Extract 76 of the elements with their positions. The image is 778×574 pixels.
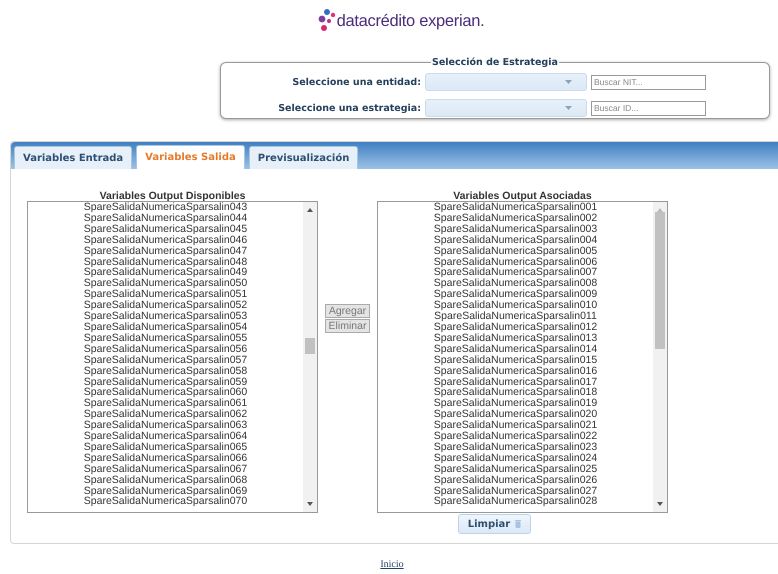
field-label: Seleccione una estrategia: [277, 102, 421, 114]
list-item[interactable]: SpareSalidaNumericaSparsalin065 [84, 442, 248, 453]
list-item[interactable]: SpareSalidaNumericaSparsalin022 [434, 431, 598, 442]
list-item[interactable]: SpareSalidaNumericaSparsalin004 [434, 234, 598, 246]
logo-text: datacrédito experian. [336, 12, 484, 30]
list-item[interactable]: SpareSalidaNumericaSparsalin069 [84, 486, 248, 496]
list-item[interactable]: SpareSalidaNumericaSparsalin044 [84, 212, 248, 224]
list-item[interactable]: SpareSalidaNumericaSparsalin058 [84, 366, 248, 376]
list-item[interactable]: SpareSalidaNumericaSparsalin013 [434, 332, 598, 344]
caret-icon [565, 80, 572, 84]
list-item[interactable]: SpareSalidaNumericaSparsalin014 [434, 344, 598, 355]
tab[interactable]: Previsualización [248, 146, 358, 169]
list-item[interactable]: SpareSalidaNumericaSparsalin005 [434, 246, 598, 257]
search-field[interactable]: Buscar ID... [591, 100, 706, 116]
field-label: Seleccione una entidad: [291, 76, 421, 88]
list-item[interactable]: SpareSalidaNumericaSparsalin006 [434, 256, 598, 268]
list-item[interactable]: SpareSalidaNumericaSparsalin003 [434, 224, 598, 235]
list-item[interactable]: SpareSalidaNumericaSparsalin048 [84, 256, 248, 268]
list-item[interactable]: SpareSalidaNumericaSparsalin060 [84, 387, 248, 398]
trash-icon [515, 520, 522, 528]
list-item[interactable]: SpareSalidaNumericaSparsalin068 [84, 474, 248, 486]
caret-icon [565, 106, 572, 110]
list-item[interactable]: SpareSalidaNumericaSparsalin007 [434, 267, 598, 278]
list-item[interactable]: SpareSalidaNumericaSparsalin015 [434, 354, 598, 366]
list-item[interactable]: SpareSalidaNumericaSparsalin051 [84, 289, 248, 300]
list-item[interactable]: SpareSalidaNumericaSparsalin056 [84, 344, 248, 355]
list-box[interactable] [377, 201, 668, 513]
list-item[interactable]: SpareSalidaNumericaSparsalin046 [84, 234, 248, 246]
list-item[interactable]: SpareSalidaNumericaSparsalin020 [434, 409, 598, 420]
list-item[interactable]: SpareSalidaNumericaSparsalin027 [434, 486, 598, 496]
list-item[interactable]: SpareSalidaNumericaSparsalin019 [434, 398, 598, 410]
list-item[interactable]: SpareSalidaNumericaSparsalin061 [84, 398, 248, 410]
list-item[interactable]: SpareSalidaNumericaSparsalin057 [84, 354, 248, 366]
list-item[interactable]: SpareSalidaNumericaSparsalin008 [434, 278, 598, 290]
list-item[interactable]: SpareSalidaNumericaSparsalin011 [434, 311, 597, 322]
list-item[interactable]: SpareSalidaNumericaSparsalin054 [84, 322, 248, 333]
list-item[interactable]: SpareSalidaNumericaSparsalin052 [84, 300, 248, 312]
list-item[interactable]: SpareSalidaNumericaSparsalin028 [434, 496, 598, 508]
list-item[interactable]: SpareSalidaNumericaSparsalin009 [434, 289, 598, 300]
list-item[interactable]: SpareSalidaNumericaSparsalin055 [84, 332, 248, 344]
list-item[interactable]: SpareSalidaNumericaSparsalin026 [434, 474, 598, 486]
logo-dots-icon [318, 8, 336, 34]
list-item[interactable]: SpareSalidaNumericaSparsalin049 [84, 267, 248, 278]
list-item[interactable]: SpareSalidaNumericaSparsalin067 [84, 464, 248, 475]
list-item[interactable]: SpareSalidaNumericaSparsalin024 [434, 452, 598, 464]
list-item[interactable]: SpareSalidaNumericaSparsalin017 [434, 376, 598, 388]
list-item[interactable]: SpareSalidaNumericaSparsalin064 [84, 431, 248, 442]
select-field[interactable] [425, 73, 587, 91]
list-item[interactable]: SpareSalidaNumericaSparsalin001 [434, 202, 598, 213]
tab[interactable]: Variables Entrada [14, 146, 132, 169]
list-item[interactable]: SpareSalidaNumericaSparsalin018 [434, 387, 598, 398]
list-item[interactable]: SpareSalidaNumericaSparsalin059 [84, 376, 248, 388]
list-item[interactable]: SpareSalidaNumericaSparsalin025 [434, 464, 598, 475]
list-item[interactable]: SpareSalidaNumericaSparsalin062 [84, 409, 248, 420]
list-item[interactable]: SpareSalidaNumericaSparsalin063 [84, 420, 248, 432]
list-item[interactable]: SpareSalidaNumericaSparsalin043 [84, 202, 248, 213]
list-item[interactable]: SpareSalidaNumericaSparsalin016 [434, 366, 598, 376]
list-item[interactable]: SpareSalidaNumericaSparsalin066 [84, 452, 248, 464]
list-title: Variables Output Disponibles [100, 191, 246, 201]
list-title: Variables Output Asociadas [453, 191, 592, 201]
list-item[interactable]: SpareSalidaNumericaSparsalin047 [84, 246, 248, 257]
home-link[interactable]: Inicio [380, 559, 404, 570]
list-item[interactable]: SpareSalidaNumericaSparsalin070 [84, 496, 248, 508]
list-item[interactable]: SpareSalidaNumericaSparsalin053 [84, 311, 248, 322]
list-item[interactable]: SpareSalidaNumericaSparsalin023 [434, 442, 598, 453]
clear-button[interactable]: Limpiar [458, 514, 531, 534]
list-item[interactable]: SpareSalidaNumericaSparsalin010 [434, 300, 598, 312]
search-field[interactable]: Buscar NIT... [591, 74, 706, 90]
list-item[interactable]: SpareSalidaNumericaSparsalin050 [84, 278, 248, 290]
list-item[interactable]: SpareSalidaNumericaSparsalin021 [434, 420, 598, 432]
list-item[interactable]: SpareSalidaNumericaSparsalin012 [434, 322, 598, 333]
select-field[interactable] [425, 99, 587, 117]
panel-legend: Selección de Estrategia [431, 57, 559, 68]
list-item[interactable]: SpareSalidaNumericaSparsalin002 [434, 212, 598, 224]
list-box[interactable] [27, 201, 318, 513]
list-item[interactable]: SpareSalidaNumericaSparsalin045 [84, 224, 248, 235]
